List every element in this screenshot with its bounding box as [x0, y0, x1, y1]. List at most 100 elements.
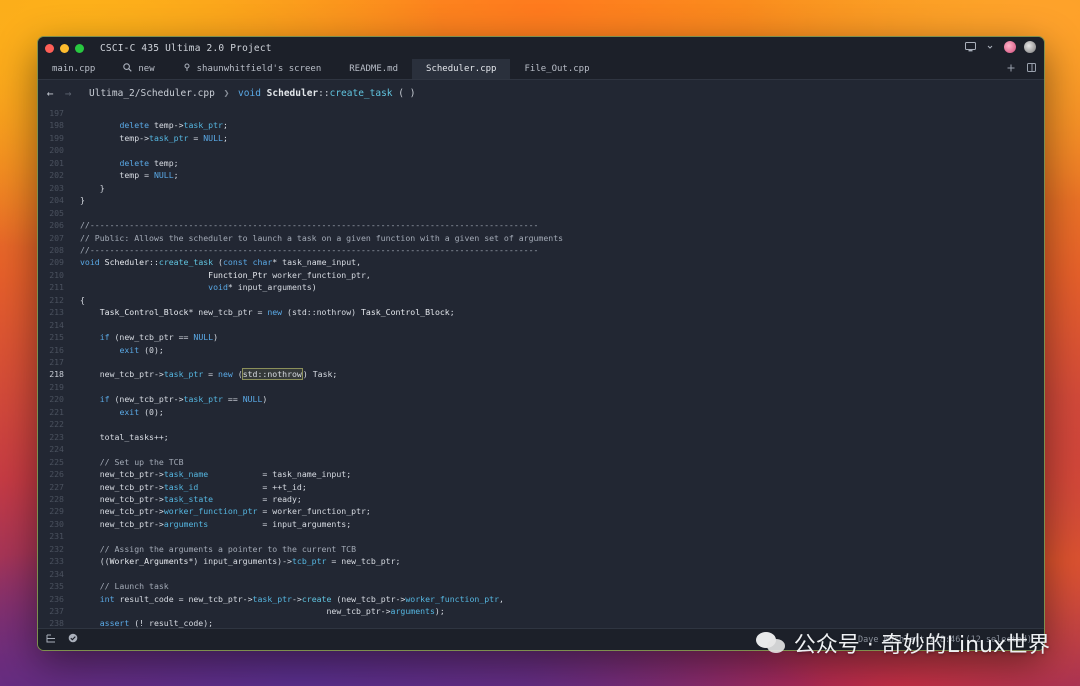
tab-new[interactable]: new	[109, 59, 168, 79]
avatar[interactable]	[1004, 41, 1016, 53]
code-line[interactable]: 213 Task_Control_Block* new_tcb_ptr = ne…	[38, 306, 1044, 318]
code-text: delete temp;	[119, 157, 179, 168]
code-text: //--------------------------------------…	[80, 244, 539, 255]
tab-readme[interactable]: README.md	[335, 59, 412, 79]
line-number: 238	[49, 618, 64, 628]
code-line[interactable]: 223 total_tasks++;	[38, 431, 1044, 443]
breadcrumb-return-type: void	[238, 87, 261, 99]
code-line[interactable]: 226 new_tcb_ptr->task_name = task_name_i…	[38, 468, 1044, 480]
code-line[interactable]: 203 }	[38, 182, 1044, 194]
code-line[interactable]: 219	[38, 381, 1044, 393]
avatar[interactable]	[1024, 41, 1036, 53]
minimize-button[interactable]	[60, 43, 69, 53]
wechat-icon	[755, 630, 786, 656]
line-number: 230	[49, 518, 64, 529]
code-line[interactable]: 231	[38, 530, 1044, 542]
search-icon	[123, 63, 133, 75]
code-line[interactable]: 235 // Launch task	[38, 580, 1044, 592]
code-text: void Scheduler::create_task (const char*…	[80, 257, 362, 268]
code-line[interactable]: 218 new_tcb_ptr->task_ptr = new (std::no…	[38, 368, 1044, 381]
line-number: 232	[49, 543, 64, 554]
breadcrumb: ← → Ultima_2/Scheduler.cpp ❯ void Schedu…	[38, 80, 1044, 106]
code-line[interactable]: 202 temp = NULL;	[38, 169, 1044, 181]
code-text: assert (! result_code);	[99, 618, 214, 628]
code-line[interactable]: 211 void* input_arguments)	[38, 281, 1044, 293]
code-line[interactable]: 221 exit (0);	[38, 406, 1044, 418]
line-number: 225	[49, 456, 64, 467]
code-line[interactable]: 236 int result_code = new_tcb_ptr->task_…	[38, 593, 1044, 605]
code-line[interactable]: 201 delete temp;	[38, 157, 1044, 169]
code-line[interactable]: 234	[38, 568, 1044, 580]
title-actions	[964, 41, 1036, 53]
chevron-down-icon[interactable]	[984, 41, 996, 53]
code-text: // Set up the TCB	[99, 456, 184, 467]
code-line[interactable]: 205	[38, 207, 1044, 219]
tab-shared-screen[interactable]: shaunwhitfield's screen	[169, 59, 336, 79]
tab-label: File_Out.cpp	[524, 64, 590, 74]
screen-icon[interactable]	[964, 41, 976, 53]
forward-arrow-icon[interactable]: →	[59, 87, 77, 100]
code-line[interactable]: 222	[38, 418, 1044, 430]
code-line[interactable]: 227 new_tcb_ptr->task_id = ++t_id;	[38, 481, 1044, 493]
code-line[interactable]: 217	[38, 356, 1044, 368]
code-line[interactable]: 212 {	[38, 294, 1044, 306]
breadcrumb-path[interactable]: Ultima_2/Scheduler.cpp ❯ void Scheduler:…	[89, 88, 415, 99]
close-button[interactable]	[45, 43, 54, 53]
code-line[interactable]: 198 delete temp->task_ptr;	[38, 119, 1044, 131]
code-line[interactable]: 224	[38, 443, 1044, 455]
code-text: // Assign the arguments a pointer to the…	[99, 543, 357, 554]
code-line[interactable]: 228 new_tcb_ptr->task_state = ready;	[38, 493, 1044, 505]
plus-icon[interactable]	[1007, 64, 1015, 75]
code-line[interactable]: 214	[38, 319, 1044, 331]
code-line[interactable]: 225 // Set up the TCB	[38, 456, 1044, 468]
code-line[interactable]: 237 new_tcb_ptr->arguments);	[38, 605, 1044, 617]
tab-actions	[1007, 59, 1044, 79]
code-line[interactable]: 216 exit (0);	[38, 344, 1044, 356]
line-number: 207	[49, 232, 64, 243]
tab-scheduler-cpp[interactable]: Scheduler.cpp	[412, 59, 511, 79]
code-text: void* input_arguments)	[208, 282, 317, 293]
line-number: 217	[49, 357, 64, 367]
diagnostics-check-icon[interactable]	[62, 633, 84, 646]
code-line[interactable]: 210 Function_Ptr worker_function_ptr,	[38, 269, 1044, 281]
line-number: 234	[49, 568, 64, 579]
tab-file-out-cpp[interactable]: File_Out.cpp	[510, 59, 603, 79]
watermark: 公众号 · 奇妙的Linux世界	[755, 627, 1050, 659]
code-line[interactable]: 229 new_tcb_ptr->worker_function_ptr = w…	[38, 505, 1044, 517]
title-bar: CSCI-C 435 Ultima 2.0 Project	[38, 37, 1044, 59]
code-line[interactable]: 199 temp->task_ptr = NULL;	[38, 132, 1044, 144]
breadcrumb-file[interactable]: Ultima_2/Scheduler.cpp	[89, 88, 215, 99]
code-line[interactable]: 206 //-----------------------------------…	[38, 219, 1044, 231]
code-text: new_tcb_ptr->task_ptr = new (std::nothro…	[80, 368, 338, 381]
code-text: // Launch task	[99, 581, 169, 592]
code-line[interactable]: 207 // Public: Allows the scheduler to la…	[38, 232, 1044, 244]
code-line[interactable]: 230 new_tcb_ptr->arguments = input_argum…	[38, 518, 1044, 530]
tab-label: new	[138, 64, 155, 74]
split-pane-icon[interactable]	[1027, 63, 1036, 75]
back-arrow-icon[interactable]: ←	[41, 87, 59, 100]
text-cursor	[301, 369, 303, 380]
code-line[interactable]: 233 ((Worker_Arguments*) input_arguments…	[38, 555, 1044, 567]
code-text: int result_code = new_tcb_ptr->task_ptr-…	[99, 593, 504, 604]
code-line[interactable]: 200	[38, 144, 1044, 156]
code-line[interactable]: 204}	[38, 194, 1044, 206]
code-text: if (new_tcb_ptr == NULL)	[99, 332, 219, 343]
line-number: 213	[49, 307, 64, 318]
editor-window: CSCI-C 435 Ultima 2.0 Project main.cpp n…	[37, 36, 1045, 651]
code-line[interactable]: 215 if (new_tcb_ptr == NULL)	[38, 331, 1044, 343]
outline-icon[interactable]	[40, 634, 62, 646]
line-number: 233	[49, 556, 64, 567]
code-line[interactable]: 208 //-----------------------------------…	[38, 244, 1044, 256]
code-text: exit (0);	[119, 406, 164, 417]
maximize-button[interactable]	[75, 43, 84, 53]
code-line[interactable]: 197	[38, 107, 1044, 119]
tab-main-cpp[interactable]: main.cpp	[38, 59, 109, 79]
code-text: new_tcb_ptr->task_state = ready;	[80, 493, 302, 504]
code-editor[interactable]: 197 198 delete temp->task_ptr; 199 temp->t…	[38, 107, 1044, 628]
code-line[interactable]: 232 // Assign the arguments a pointer to…	[38, 543, 1044, 555]
breadcrumb-function[interactable]: create_task	[330, 88, 393, 99]
code-line[interactable]: 220 if (new_tcb_ptr->task_ptr == NULL)	[38, 393, 1044, 405]
code-line[interactable]: 209 void Scheduler::create_task (const ch…	[38, 256, 1044, 268]
code-text: if (new_tcb_ptr->task_ptr == NULL)	[99, 394, 268, 405]
line-number: 203	[49, 182, 64, 193]
